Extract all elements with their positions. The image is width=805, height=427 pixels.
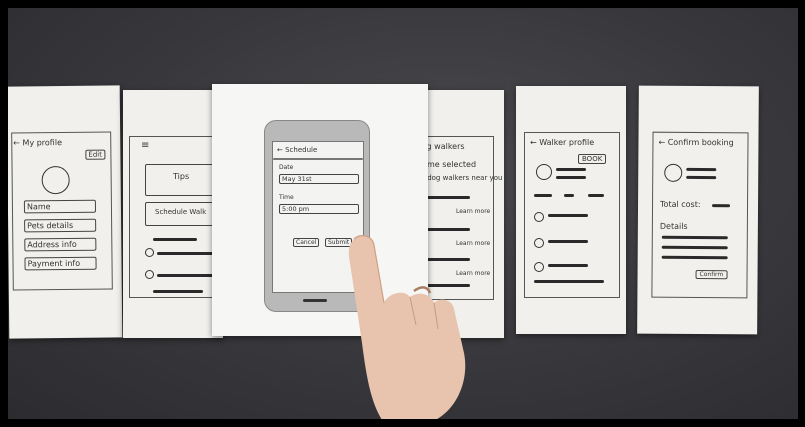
- paper-my-profile: ← My profile Edit Name Pets details Addr…: [8, 85, 123, 339]
- sketch-line: [153, 238, 197, 241]
- tips-label: Tips: [173, 172, 190, 181]
- book-button: BOOK: [578, 154, 607, 164]
- field-payment-info: Payment info: [24, 256, 97, 271]
- sketch-line: [556, 176, 586, 179]
- sketch-line: [556, 168, 586, 171]
- sketch-line: [534, 280, 604, 283]
- sketch-line: [157, 274, 217, 277]
- review-avatar-icon: [534, 212, 544, 222]
- paper-confirm-booking: ← Confirm booking Total cost: Details Co…: [637, 85, 759, 335]
- photo-frame: ← My profile Edit Name Pets details Addr…: [0, 0, 805, 427]
- details-label: Details: [659, 221, 688, 231]
- date-label: Date: [279, 164, 294, 171]
- sketch-line: [534, 194, 552, 197]
- paper-walker-profile: ← Walker profile BOOK: [516, 86, 626, 334]
- menu-icon: ≡: [141, 140, 150, 151]
- total-cost-label: Total cost:: [660, 199, 701, 210]
- time-field: 5:00 pm: [279, 204, 359, 214]
- time-label: Time: [279, 194, 294, 201]
- paper-home: ≡ Tips Schedule Walk: [123, 90, 231, 338]
- learn-more-link: Learn more: [456, 208, 491, 215]
- field-address-info: Address info: [24, 237, 97, 252]
- sketch-line: [157, 252, 217, 255]
- phone-home-bar: [303, 299, 327, 302]
- schedule-title: ← Schedule: [277, 146, 318, 154]
- edit-button: Edit: [85, 149, 106, 160]
- sketch-line: [686, 175, 717, 179]
- sketch-line: [564, 194, 574, 197]
- my-profile-title: ← My profile: [13, 138, 63, 148]
- confirm-button: Confirm: [695, 269, 728, 280]
- list-bullet-icon: [145, 248, 154, 257]
- sketch-line: [153, 290, 203, 293]
- cancel-button: Cancel: [293, 238, 320, 247]
- review-avatar-icon: [534, 238, 544, 248]
- schedule-walk-label: Schedule Walk: [155, 208, 207, 216]
- walker-profile-title: ← Walker profile: [530, 138, 595, 147]
- sketch-line: [661, 235, 728, 239]
- sketch-line: [588, 194, 604, 197]
- date-field: May 31st: [279, 174, 359, 184]
- walker-photo-icon: [536, 164, 552, 180]
- sketch-line: [686, 167, 717, 171]
- dark-board: ← My profile Edit Name Pets details Addr…: [8, 8, 798, 419]
- header-divider: [273, 158, 363, 160]
- avatar-icon: [41, 165, 70, 195]
- sketch-line: [548, 214, 588, 217]
- confirm-booking-title: ← Confirm booking: [658, 137, 734, 148]
- review-avatar-icon: [534, 262, 544, 272]
- field-pets-details: Pets details: [24, 218, 97, 233]
- sketch-line: [548, 240, 588, 243]
- sketch-line: [661, 245, 728, 249]
- sketch-line: [661, 255, 728, 259]
- hand-image: [348, 235, 466, 419]
- walker-photo-icon: [664, 163, 683, 182]
- list-bullet-icon: [145, 270, 154, 279]
- sketch-line: [712, 204, 731, 207]
- field-name: Name: [23, 199, 97, 214]
- sketch-line: [548, 264, 588, 267]
